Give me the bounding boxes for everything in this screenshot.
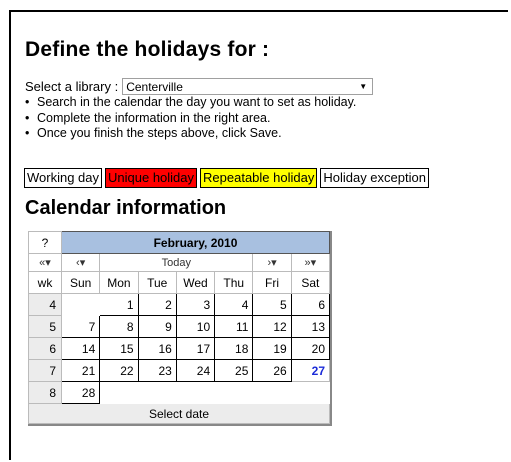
calendar-day[interactable]: 14 — [60, 337, 101, 360]
calendar-day[interactable]: 23 — [137, 359, 177, 382]
page-title: Define the holidays for : — [25, 38, 270, 61]
calendar-day[interactable]: 4 — [214, 293, 254, 316]
calendar-day[interactable]: 2 — [137, 293, 177, 316]
weekday-header: wk — [28, 271, 62, 294]
dropdown-arrow-icon[interactable]: ▼ — [359, 82, 372, 91]
today-button[interactable]: Today — [99, 253, 254, 272]
calendar-day-today[interactable]: 27 — [290, 359, 331, 382]
select-date-footer: Select date — [28, 403, 330, 424]
library-selector-row: Select a library : Centerville ▼ — [25, 78, 374, 95]
weekday-header: Wed — [175, 271, 216, 294]
calendar-day[interactable]: 11 — [214, 315, 254, 338]
calendar-week-row: 5 7 8 9 10 11 12 13 — [28, 315, 331, 338]
prev-year-button[interactable]: «▾ — [28, 253, 62, 272]
weekday-header: Sun — [60, 271, 101, 294]
calendar-empty-cell — [214, 381, 254, 404]
calendar-widget: ? February, 2010 «▾ ‹▾ Today ›▾ »▾ wk Sun… — [28, 231, 332, 426]
weekday-header: Mon — [99, 271, 139, 294]
calendar-empty-cell — [290, 381, 331, 404]
week-number: 5 — [28, 315, 62, 338]
instruction-step: Complete the information in the right ar… — [25, 111, 356, 127]
calendar-day[interactable]: 25 — [214, 359, 254, 382]
instructions-list: Search in the calendar the day you want … — [25, 95, 356, 142]
legend-unique-holiday: Unique holiday — [105, 168, 198, 188]
holiday-legend: Working day Unique holiday Repeatable ho… — [24, 168, 429, 188]
library-select[interactable]: Centerville ▼ — [122, 78, 374, 95]
calendar-empty-cell — [99, 381, 139, 404]
calendar-day[interactable]: 21 — [60, 359, 101, 382]
calendar-day[interactable]: 17 — [175, 337, 216, 360]
calendar-day[interactable]: 20 — [290, 337, 331, 360]
calendar-day[interactable]: 8 — [99, 315, 139, 338]
weekday-header: Thu — [214, 271, 254, 294]
instruction-step: Search in the calendar the day you want … — [25, 95, 356, 111]
calendar-week-row: 8 28 — [28, 381, 331, 404]
calendar-weekday-header: wk Sun Mon Tue Wed Thu Fri Sat — [28, 271, 331, 294]
calendar-week-row: 4123456 — [28, 293, 331, 316]
weekday-header: Fri — [252, 271, 292, 294]
calendar-empty-cell — [137, 381, 177, 404]
calendar-week-row: 7 21 22 23 24 25 26 27 — [28, 359, 331, 382]
prev-month-button[interactable]: ‹▾ — [60, 253, 101, 272]
calendar-day[interactable]: 22 — [99, 359, 139, 382]
calendar-day[interactable]: 24 — [175, 359, 216, 382]
instruction-step: Once you finish the steps above, click S… — [25, 126, 356, 142]
calendar-day[interactable]: 5 — [252, 293, 292, 316]
calendar-day[interactable]: 7 — [60, 315, 101, 338]
weekday-header: Sat — [290, 271, 331, 294]
calendar-day[interactable]: 3 — [175, 293, 216, 316]
calendar-section-title: Calendar information — [25, 197, 227, 219]
week-number: 8 — [28, 381, 62, 404]
week-number: 6 — [28, 337, 62, 360]
calendar-day[interactable]: 13 — [290, 315, 331, 338]
calendar-day[interactable]: 28 — [60, 381, 101, 404]
calendar-days: 4 1 2 3 4 5 6 5 7 8 9 10 11 12 13 6 14 15 16 17 18 19 20 7 21 22 2… — [28, 293, 331, 404]
calendar-day[interactable]: 1 — [99, 293, 139, 316]
calendar-empty-cell — [252, 381, 292, 404]
calendar-month-title: February, 2010 — [61, 231, 330, 254]
legend-holiday-exception: Holiday exception — [320, 168, 429, 188]
legend-working-day: Working day — [24, 168, 103, 188]
calendar-empty-cell — [175, 381, 216, 404]
calendar-day[interactable]: 9 — [137, 315, 177, 338]
calendar-day[interactable]: 19 — [252, 337, 292, 360]
calendar-nav-row: «▾ ‹▾ Today ›▾ »▾ — [28, 253, 331, 272]
calendar-day[interactable]: 16 — [137, 337, 177, 360]
week-number: 4 — [28, 293, 62, 316]
calendar-day[interactable]: 6 — [290, 293, 331, 316]
week-number: 7 — [28, 359, 62, 382]
library-select-value: Centerville — [126, 79, 183, 94]
next-year-button[interactable]: »▾ — [290, 253, 331, 272]
calendar-help-button[interactable]: ? — [28, 231, 62, 254]
next-month-button[interactable]: ›▾ — [252, 253, 292, 272]
calendar-day[interactable]: 10 — [175, 315, 216, 338]
legend-repeatable-holiday: Repeatable holiday — [200, 168, 318, 188]
calendar-day[interactable]: 26 — [252, 359, 292, 382]
calendar-week-row: 6 14 15 16 17 18 19 20 — [28, 337, 331, 360]
weekday-header: Tue — [137, 271, 177, 294]
calendar-empty-cell — [60, 293, 101, 316]
calendar-day[interactable]: 18 — [214, 337, 254, 360]
calendar-day[interactable]: 12 — [252, 315, 292, 338]
calendar-day[interactable]: 15 — [99, 337, 139, 360]
library-label: Select a library : — [25, 79, 119, 94]
